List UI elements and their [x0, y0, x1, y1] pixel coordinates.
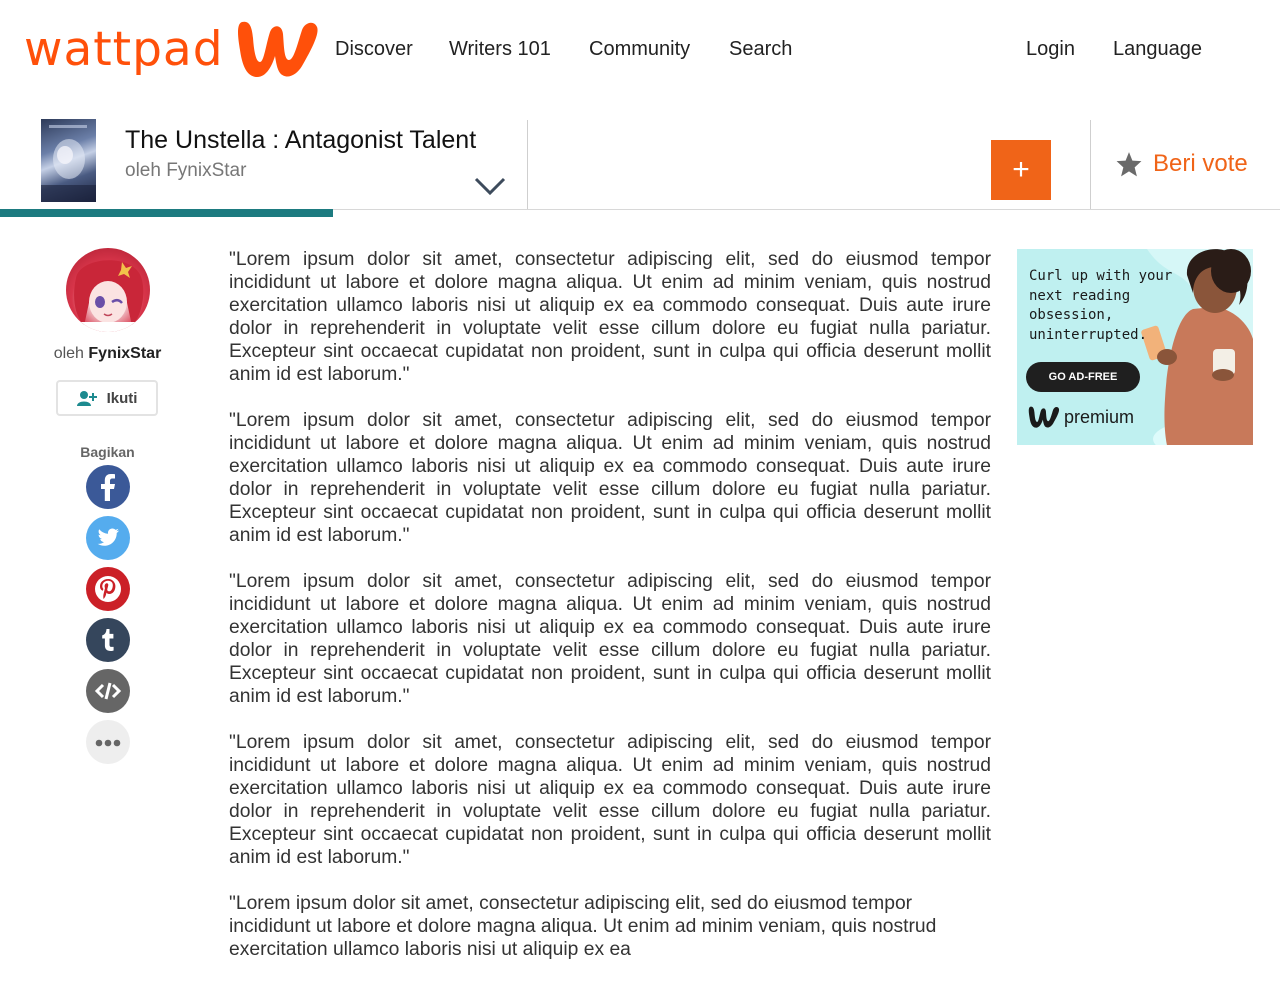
vote-button[interactable]: Beri vote	[1115, 150, 1248, 178]
author-name[interactable]: FynixStar	[88, 345, 161, 362]
story-paragraph: "Lorem ipsum dolor sit amet, consectetur…	[229, 893, 937, 960]
story-author[interactable]: oleh FynixStar	[125, 160, 246, 182]
divider	[1090, 120, 1091, 210]
premium-label: premium	[1064, 406, 1135, 427]
share-embed-button[interactable]	[86, 669, 130, 713]
facebook-icon	[101, 474, 115, 501]
nav-writers-101[interactable]: Writers 101	[449, 38, 551, 61]
twitter-icon	[97, 528, 119, 546]
divider	[527, 120, 528, 210]
story-paragraph: "Lorem ipsum dolor sit amet, consectetur…	[229, 249, 991, 385]
more-icon	[95, 739, 121, 747]
pinterest-icon	[95, 576, 121, 602]
avatar-art	[74, 260, 144, 332]
author-byline: oleh FynixStar	[0, 345, 215, 363]
embed-icon	[94, 682, 122, 700]
share-pinterest-button[interactable]	[86, 567, 130, 611]
ad-copy: Curl up with your next reading obsession…	[1029, 268, 1173, 343]
story-cover-image[interactable]	[41, 119, 96, 202]
story-paragraph: "Lorem ipsum dolor sit amet, consectetur…	[229, 571, 991, 707]
avatar[interactable]	[66, 248, 150, 332]
vote-label: Beri vote	[1153, 150, 1248, 177]
reading-progress-fill	[0, 209, 333, 217]
share-tumblr-button[interactable]	[86, 618, 130, 662]
share-facebook-button[interactable]	[86, 465, 130, 509]
story-content: "Lorem ipsum dolor sit amet, consectetur…	[229, 248, 991, 984]
story-header: The Unstella : Antagonist Talent oleh Fy…	[0, 118, 1280, 218]
share-more-button[interactable]	[86, 720, 130, 764]
nav-community[interactable]: Community	[589, 38, 690, 61]
add-user-icon	[76, 391, 97, 406]
add-to-library-button[interactable]: +	[991, 140, 1051, 200]
top-navigation: wattpad Discover Writers 101 Community S…	[0, 0, 1280, 100]
follow-label: Ikuti	[106, 389, 138, 407]
byline-prefix: oleh	[53, 345, 84, 362]
tumblr-icon	[102, 629, 114, 651]
logo-wordmark: wattpad	[24, 21, 224, 77]
wattpad-logo[interactable]: wattpad	[24, 18, 320, 80]
go-ad-free-button[interactable]: GO AD-FREE	[1026, 362, 1140, 392]
nav-discover[interactable]: Discover	[335, 38, 413, 61]
share-heading: Bagikan	[80, 444, 135, 460]
wattpad-w-icon	[237, 21, 318, 78]
cover-art	[41, 125, 96, 202]
star-icon	[1116, 152, 1142, 177]
story-paragraph: "Lorem ipsum dolor sit amet, consectetur…	[229, 410, 991, 546]
chevron-down-icon[interactable]	[474, 176, 506, 196]
premium-ad-banner[interactable]: Curl up with your next reading obsession…	[1017, 249, 1253, 445]
nav-language[interactable]: Language	[1113, 38, 1202, 61]
story-title[interactable]: The Unstella : Antagonist Talent	[125, 126, 476, 155]
premium-logo: premium	[1028, 405, 1134, 429]
follow-button[interactable]: Ikuti	[56, 380, 158, 416]
story-paragraph: "Lorem ipsum dolor sit amet, consectetur…	[229, 732, 991, 868]
share-twitter-button[interactable]	[86, 516, 130, 560]
nav-login[interactable]: Login	[1026, 38, 1075, 61]
nav-search[interactable]: Search	[729, 38, 792, 61]
wattpad-w-icon	[1028, 406, 1060, 428]
